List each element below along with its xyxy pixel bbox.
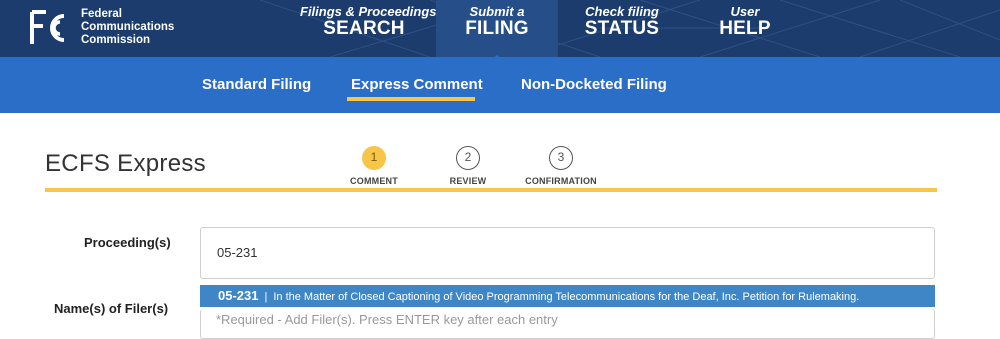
- proceeding-input[interactable]: 05-231: [200, 227, 935, 279]
- proceeding-label: Proceeding(s): [84, 235, 171, 250]
- nav-filing-subtitle: Submit a: [469, 4, 525, 19]
- nav-check-status[interactable]: Check filing STATUS: [572, 0, 672, 57]
- suggestion-description: In the Matter of Closed Captioning of Vi…: [273, 291, 860, 303]
- suggestion-separator: |: [264, 291, 268, 303]
- nav-search[interactable]: Filings & Proceedings SEARCH: [300, 0, 437, 57]
- agency-name-line: Communications: [81, 21, 175, 33]
- step-number: 1: [362, 146, 386, 170]
- title-divider: [45, 188, 937, 192]
- nav-help-label: HELP: [719, 18, 771, 39]
- step-number: 2: [456, 146, 480, 170]
- filers-label: Name(s) of Filer(s): [54, 301, 169, 316]
- agency-name-line: Commission: [81, 34, 151, 46]
- step-confirmation: 3 CONFIRMATION: [523, 146, 599, 186]
- suggestion-proceeding-code: 05-231: [218, 288, 259, 303]
- step-label: COMMENT: [350, 176, 398, 186]
- top-navigation: Federal Communications Commission Filing…: [0, 0, 1000, 57]
- nav-help[interactable]: User HELP: [700, 0, 790, 57]
- step-comment: 1 COMMENT: [346, 146, 402, 186]
- subnav-standard-filing[interactable]: Standard Filing: [202, 76, 311, 93]
- active-nav-caret: [483, 55, 511, 67]
- nav-submit-filing[interactable]: Submit a FILING: [436, 0, 558, 57]
- subnav-express-comment[interactable]: Express Comment: [351, 76, 483, 93]
- fcc-logo-mark: [30, 10, 65, 44]
- step-review: 2 REVIEW: [443, 146, 493, 186]
- autocomplete-suggestion[interactable]: 05-231 | In the Matter of Closed Captionin…: [200, 285, 935, 307]
- agency-name: Federal Communications Commission: [81, 8, 174, 47]
- nav-search-label: SEARCH: [323, 18, 405, 39]
- nav-search-subtitle: Filings & Proceedings: [300, 4, 437, 19]
- step-number: 3: [549, 146, 573, 170]
- nav-status-subtitle: Check filing: [585, 4, 659, 19]
- progress-steps: 1 COMMENT 2 REVIEW 3 CONFIRMATION: [340, 146, 620, 188]
- nav-filing-label: FILING: [465, 18, 529, 39]
- active-subnav-underline: [347, 97, 475, 101]
- step-label: REVIEW: [449, 176, 487, 186]
- nav-status-label: STATUS: [584, 18, 660, 39]
- step-label: CONFIRMATION: [525, 176, 597, 186]
- subnav-non-docketed-filing[interactable]: Non-Docketed Filing: [521, 76, 667, 93]
- fcc-logo[interactable]: Federal Communications Commission: [28, 6, 208, 50]
- nav-help-subtitle: User: [730, 4, 760, 19]
- agency-name-line: Federal: [81, 8, 122, 20]
- page-title: ECFS Express: [45, 150, 206, 177]
